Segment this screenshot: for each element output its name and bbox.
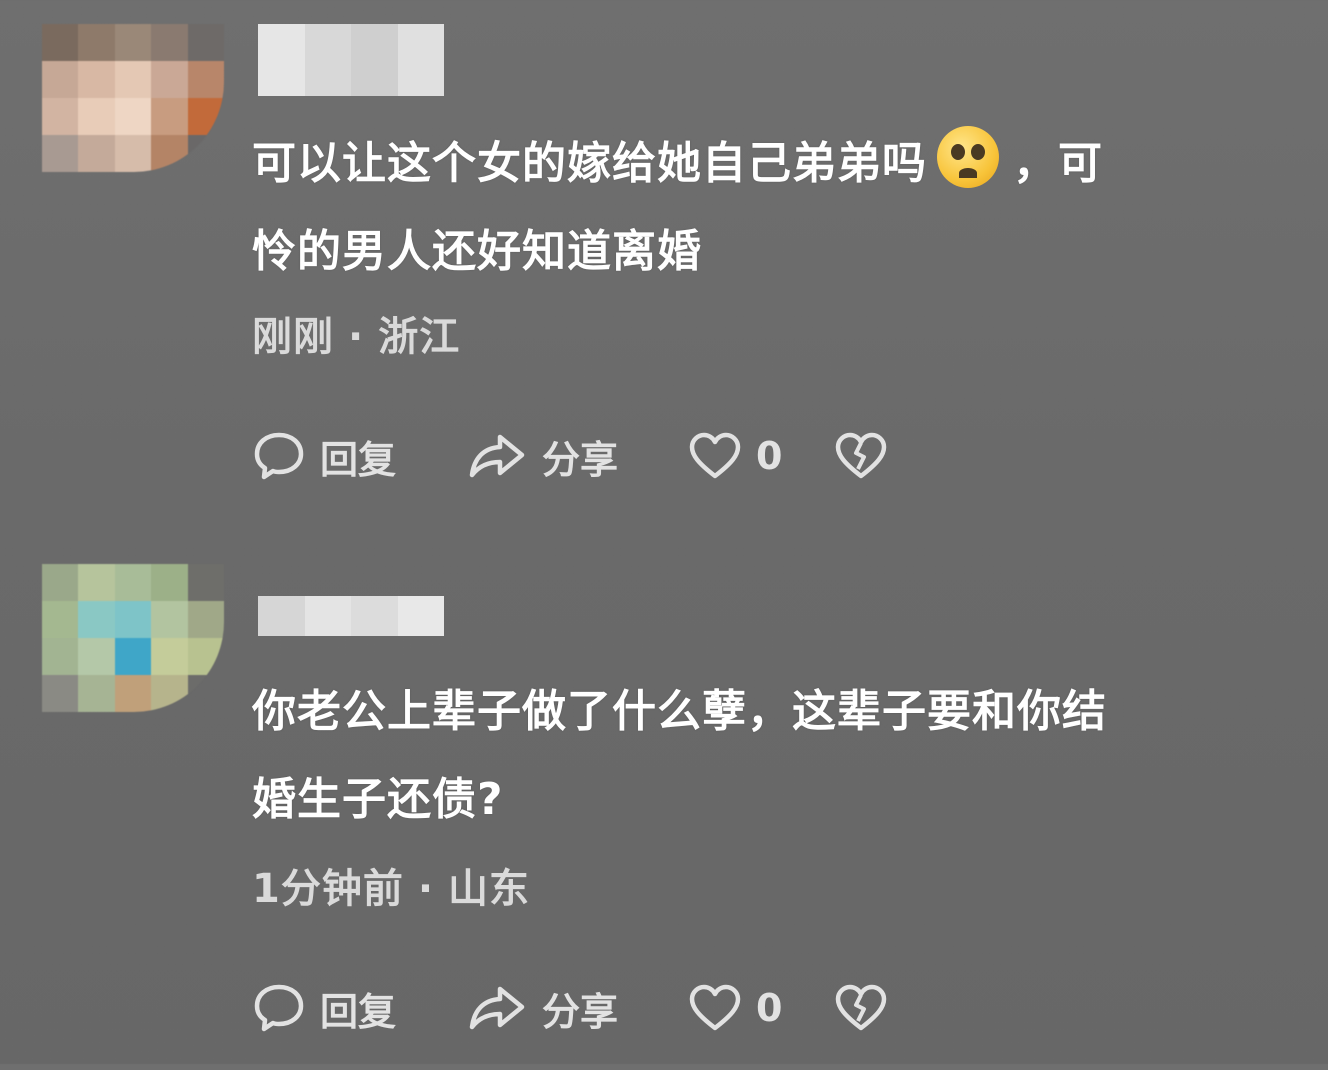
avatar-mosaic-block	[151, 98, 188, 135]
like-button[interactable]: 0	[688, 983, 834, 1033]
speech-bubble-icon	[252, 429, 306, 483]
avatar-mosaic-block	[151, 135, 188, 172]
comment-location: 浙江	[378, 314, 461, 360]
comment-actions: 回复 分享 0	[252, 426, 888, 486]
avatar-mosaic-block	[78, 675, 115, 712]
comment-actions: 回复 分享 0	[252, 978, 888, 1038]
avatar-mosaic-block	[151, 675, 188, 712]
avatar-mosaic-block	[114, 24, 152, 61]
comment-meta: 刚刚 · 浙江	[252, 304, 460, 362]
comment-text: 可以让这个女的嫁给她自己弟弟吗 ，可 怜的男人还好知道离婚	[252, 120, 1252, 296]
avatar-mosaic-block	[187, 601, 224, 638]
share-label: 分享	[542, 989, 619, 1034]
comment-item: 可以让这个女的嫁给她自己弟弟吗 ，可 怜的男人还好知道离婚 刚刚 · 浙江 回复 分享…	[0, 0, 1328, 520]
username-mosaic-block	[351, 596, 398, 636]
avatar-mosaic-block	[187, 135, 224, 172]
avatar-mosaic-block	[151, 24, 188, 61]
share-button[interactable]: 分享	[466, 429, 688, 484]
meta-separator: ·	[417, 866, 435, 912]
username-mosaic-block	[258, 596, 305, 636]
comment-meta: 1分钟前 · 山东	[252, 856, 530, 914]
dislike-button[interactable]	[834, 431, 888, 481]
comment-text-part: ，可	[1013, 138, 1103, 189]
avatar-mosaic-block	[151, 564, 188, 601]
avatar-mosaic-block	[114, 135, 152, 172]
avatar-mosaic-block	[42, 564, 79, 601]
avatar-mosaic-block	[42, 135, 79, 172]
avatar-mosaic-block	[187, 61, 224, 98]
avatar-mosaic-block	[114, 564, 152, 601]
like-count: 0	[756, 434, 783, 478]
avatar-mosaic-block	[151, 61, 188, 98]
reply-button[interactable]: 回复	[252, 981, 466, 1036]
avatar-mosaic-block	[78, 564, 115, 601]
avatar-mosaic-block	[151, 601, 188, 638]
avatar-mosaic-block	[187, 98, 224, 135]
username-blurred[interactable]	[258, 24, 444, 96]
avatar-mosaic-block	[78, 61, 115, 98]
reply-label: 回复	[320, 437, 397, 482]
avatar-mosaic-block	[42, 638, 79, 675]
avatar-mosaic-block	[114, 675, 152, 712]
broken-heart-icon	[834, 983, 888, 1033]
avatar-mosaic-block	[114, 638, 152, 675]
comment-text-line: 怜的男人还好知道离婚	[252, 226, 702, 277]
avatar-mosaic-block	[187, 675, 224, 712]
share-arrow-icon	[466, 429, 528, 483]
comment-text-line: 你老公上辈子做了什么孽，这辈子要和你结	[252, 686, 1107, 737]
pleading-face-emoji-icon	[937, 126, 999, 188]
reply-label: 回复	[320, 989, 397, 1034]
comment-text: 你老公上辈子做了什么孽，这辈子要和你结 婚生子还债?	[252, 668, 1252, 844]
avatar-mosaic-block	[78, 638, 115, 675]
avatar-mosaic-block	[42, 24, 79, 61]
username-mosaic-block	[397, 596, 444, 636]
share-label: 分享	[542, 437, 619, 482]
username-mosaic-block	[351, 24, 398, 96]
avatar-mosaic-block	[78, 24, 115, 61]
like-button[interactable]: 0	[688, 431, 834, 481]
avatar-mosaic-block	[78, 601, 115, 638]
like-count: 0	[756, 986, 783, 1030]
speech-bubble-icon	[252, 981, 306, 1035]
reply-button[interactable]: 回复	[252, 429, 466, 484]
avatar[interactable]	[42, 24, 224, 172]
share-arrow-icon	[466, 981, 528, 1035]
username-mosaic-block	[397, 24, 444, 96]
avatar[interactable]	[42, 564, 224, 712]
avatar-mosaic-block	[42, 675, 79, 712]
avatar-mosaic-block	[187, 564, 224, 601]
avatar-mosaic-block	[114, 61, 152, 98]
username-mosaic-block	[258, 24, 305, 96]
avatar-mosaic-block	[114, 601, 152, 638]
username-blurred[interactable]	[258, 596, 444, 636]
comment-text-part: 可以让这个女的嫁给她自己弟弟吗	[252, 138, 927, 189]
broken-heart-icon	[834, 431, 888, 481]
avatar-mosaic-block	[114, 98, 152, 135]
comment-item: 你老公上辈子做了什么孽，这辈子要和你结 婚生子还债? 1分钟前 · 山东 回复 分享…	[0, 550, 1328, 1070]
avatar-mosaic-block	[78, 98, 115, 135]
comment-time: 刚刚	[252, 314, 334, 360]
avatar-mosaic-block	[42, 601, 79, 638]
heart-outline-icon	[688, 983, 742, 1033]
avatar-mosaic-block	[78, 135, 115, 172]
avatar-mosaic-block	[42, 98, 79, 135]
dislike-button[interactable]	[834, 983, 888, 1033]
comment-text-line: 婚生子还债?	[252, 774, 504, 825]
avatar-mosaic-block	[151, 638, 188, 675]
meta-separator: ·	[348, 314, 365, 360]
comment-time: 1分钟前	[252, 866, 404, 912]
comment-location: 山东	[448, 866, 531, 912]
avatar-mosaic-block	[187, 638, 224, 675]
heart-outline-icon	[688, 431, 742, 481]
avatar-mosaic-block	[42, 61, 79, 98]
username-mosaic-block	[304, 596, 351, 636]
username-mosaic-block	[304, 24, 351, 96]
share-button[interactable]: 分享	[466, 981, 688, 1036]
avatar-mosaic-block	[187, 24, 224, 61]
